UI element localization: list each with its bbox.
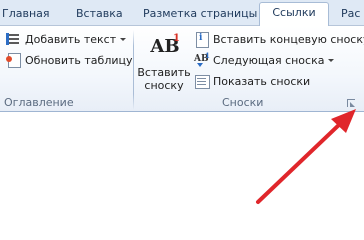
footnotes-group-label: Сноски	[222, 96, 264, 109]
add-text-icon	[6, 31, 22, 47]
tab-insert[interactable]: Вставка	[76, 4, 123, 26]
insert-footnote-icon-sup: 1	[173, 33, 180, 44]
chevron-down-icon	[120, 37, 127, 41]
next-footnote-icon-sup: 1	[205, 51, 210, 60]
next-footnote-button[interactable]: AB 1 Следующая сноска	[194, 51, 335, 69]
add-text-label: Добавить текст	[25, 32, 117, 46]
chevron-down-icon	[328, 58, 335, 62]
update-table-label: Обновить таблицу	[25, 53, 133, 67]
update-table-button[interactable]: Обновить таблицу	[6, 51, 133, 69]
insert-endnote-button[interactable]: Вставить концевую сноску	[194, 30, 364, 48]
insert-endnote-icon	[194, 31, 210, 48]
group-divider	[133, 30, 134, 110]
annotation-arrow-shaft	[256, 120, 344, 204]
down-arrow-icon	[197, 63, 203, 67]
tab-references[interactable]: Ссылки	[259, 2, 329, 27]
insert-endnote-label: Вставить концевую сноску	[213, 32, 364, 46]
tab-home[interactable]: Главная	[2, 4, 50, 26]
tab-mailings[interactable]: Рас	[341, 4, 360, 26]
insert-footnote-button[interactable]: AB 1 Вставить сноску	[136, 32, 192, 94]
show-notes-label: Показать сноски	[213, 74, 311, 88]
add-text-button[interactable]: Добавить текст	[6, 30, 127, 48]
ribbon-tabs: Главная Вставка Разметка страницы Ссылки…	[0, 0, 364, 27]
tab-page-layout[interactable]: Разметка страницы	[143, 4, 257, 26]
annotation-arrow-head	[331, 109, 356, 133]
insert-footnote-icon: AB 1	[150, 33, 180, 62]
show-notes-button[interactable]: Показать сноски	[194, 72, 310, 90]
next-footnote-icon: AB 1	[194, 51, 210, 68]
update-table-icon	[6, 52, 22, 68]
show-notes-icon	[194, 73, 210, 89]
next-footnote-label: Следующая сноска	[213, 53, 325, 67]
toc-group-label: Оглавление	[4, 96, 74, 109]
footnotes-dialog-launcher-icon[interactable]	[347, 99, 356, 108]
insert-footnote-label: Вставить сноску	[137, 66, 191, 92]
